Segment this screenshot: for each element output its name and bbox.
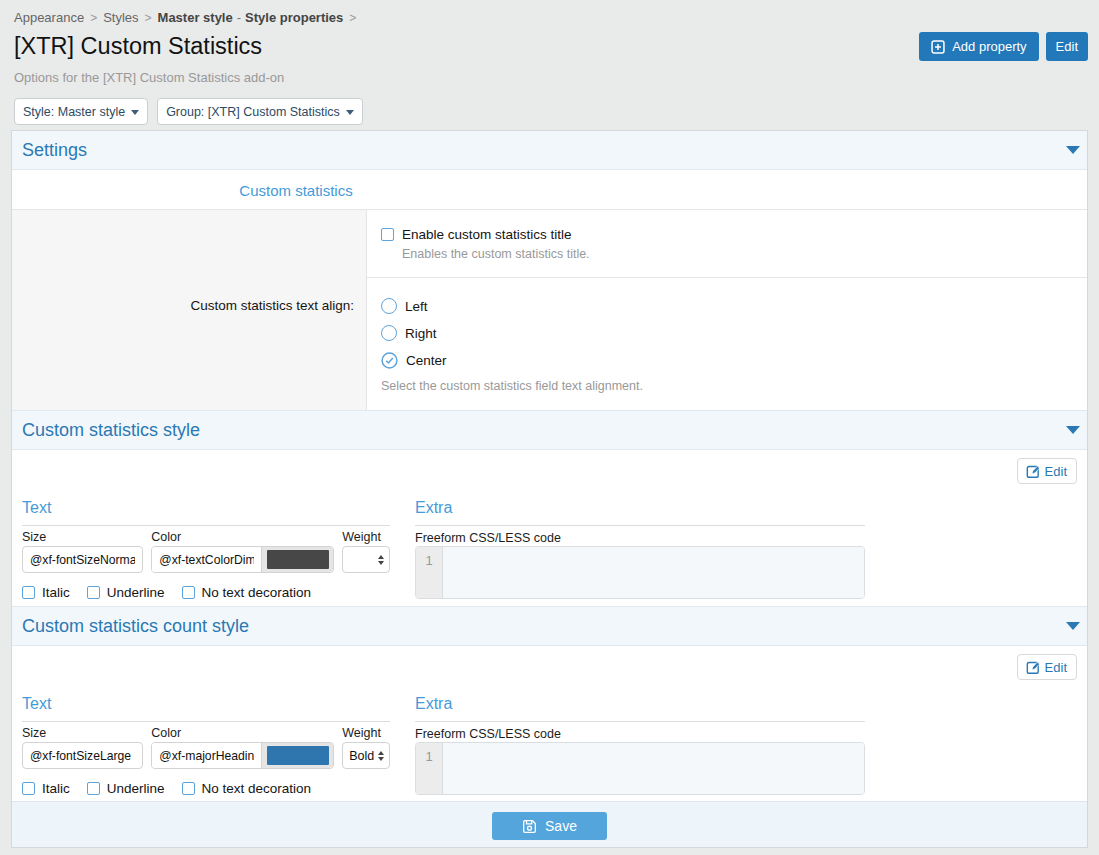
enable-title-hint: Enables the custom statistics title. bbox=[402, 247, 1067, 261]
breadcrumb-separator: > bbox=[349, 11, 356, 25]
save-button[interactable]: Save bbox=[492, 812, 607, 840]
enable-custom-statistics-title-checkbox[interactable]: Enable custom statistics title bbox=[381, 227, 1067, 242]
checkbox-icon[interactable] bbox=[87, 586, 100, 599]
italic-checkbox[interactable]: Italic bbox=[22, 781, 70, 796]
edit-button[interactable]: Edit bbox=[1046, 32, 1088, 61]
form-row-text-align: Custom statistics text align: Left Right… bbox=[12, 277, 1087, 410]
form-row-enable-title: Enable custom statistics title Enables t… bbox=[12, 210, 1087, 277]
chevron-down-icon bbox=[1066, 622, 1080, 630]
pencil-square-icon bbox=[1026, 660, 1041, 675]
row-label-cell bbox=[12, 210, 367, 277]
row-label-cell: Custom statistics text align: bbox=[12, 277, 367, 410]
color-swatch-button[interactable] bbox=[261, 547, 333, 572]
color-label: Color bbox=[151, 726, 334, 740]
no-text-decoration-checkbox[interactable]: No text decoration bbox=[182, 781, 312, 796]
size-label: Size bbox=[22, 726, 143, 740]
form-footer: Save bbox=[12, 801, 1087, 847]
text-align-hint: Select the custom statistics field text … bbox=[381, 379, 1067, 393]
custom-statistics-style-body: Edit Text Size Color bbox=[12, 450, 1087, 606]
weight-select[interactable] bbox=[342, 546, 390, 573]
floppy-disk-icon bbox=[522, 819, 537, 834]
text-group-heading: Text bbox=[22, 696, 390, 722]
caret-down-icon bbox=[131, 110, 139, 115]
chevron-down-icon bbox=[1066, 146, 1080, 154]
checkbox-icon[interactable] bbox=[22, 782, 35, 795]
size-input[interactable] bbox=[22, 742, 143, 769]
edit-style-button[interactable]: Edit bbox=[1017, 458, 1077, 484]
pencil-square-icon bbox=[1026, 464, 1041, 479]
chevron-down-icon bbox=[1066, 426, 1080, 434]
breadcrumb-appearance[interactable]: Appearance bbox=[14, 10, 84, 25]
style-properties-block: Settings Custom statistics Enable custom… bbox=[11, 130, 1088, 848]
color-swatch bbox=[267, 746, 329, 765]
checkbox-icon[interactable] bbox=[182, 782, 195, 795]
radio-icon[interactable] bbox=[381, 298, 397, 314]
up-down-arrows-icon bbox=[378, 555, 384, 565]
section-header-custom-statistics-style[interactable]: Custom statistics style bbox=[12, 410, 1087, 450]
page-title: [XTR] Custom Statistics bbox=[14, 32, 262, 60]
weight-select[interactable]: Bold bbox=[342, 742, 390, 769]
breadcrumb-style-properties[interactable]: Style properties bbox=[245, 10, 343, 25]
color-input[interactable] bbox=[152, 743, 261, 768]
breadcrumb-master-style[interactable]: Master style bbox=[158, 10, 233, 25]
breadcrumb-styles[interactable]: Styles bbox=[103, 10, 138, 25]
editor-content[interactable] bbox=[443, 547, 864, 598]
color-label: Color bbox=[151, 530, 334, 544]
text-align-center-radio[interactable]: Center bbox=[381, 352, 1067, 368]
page-header: Appearance > Styles > Master style-Style pro… bbox=[0, 0, 1099, 125]
italic-checkbox[interactable]: Italic bbox=[22, 585, 70, 600]
breadcrumb: Appearance > Styles > Master style-Style pro… bbox=[14, 10, 1088, 25]
custom-statistics-count-style-body: Edit Text Size Color bbox=[12, 646, 1087, 801]
editor-line-number: 1 bbox=[416, 547, 443, 598]
breadcrumb-separator: > bbox=[145, 11, 152, 25]
section-header-custom-statistics-count-style[interactable]: Custom statistics count style bbox=[12, 606, 1087, 646]
radio-checked-icon[interactable] bbox=[381, 352, 398, 369]
checkbox-icon[interactable] bbox=[182, 586, 195, 599]
text-group-heading: Text bbox=[22, 500, 390, 526]
css-code-editor[interactable]: 1 bbox=[415, 546, 865, 599]
breadcrumb-separator: > bbox=[90, 11, 97, 25]
radio-icon[interactable] bbox=[381, 325, 397, 341]
css-code-editor[interactable]: 1 bbox=[415, 742, 865, 795]
page-subtitle: Options for the [XTR] Custom Statistics … bbox=[14, 70, 1088, 85]
no-text-decoration-checkbox[interactable]: No text decoration bbox=[182, 585, 312, 600]
underline-checkbox[interactable]: Underline bbox=[87, 585, 165, 600]
section-header-settings[interactable]: Settings bbox=[12, 131, 1087, 170]
edit-count-style-button[interactable]: Edit bbox=[1017, 654, 1077, 680]
plus-square-icon bbox=[931, 40, 945, 54]
caret-down-icon bbox=[346, 110, 354, 115]
text-align-left-radio[interactable]: Left bbox=[381, 298, 1067, 314]
size-input[interactable] bbox=[22, 546, 143, 573]
group-selector[interactable]: Group: [XTR] Custom Statistics bbox=[157, 98, 363, 125]
style-selector[interactable]: Style: Master style bbox=[14, 98, 148, 125]
underline-checkbox[interactable]: Underline bbox=[87, 781, 165, 796]
checkbox-icon[interactable] bbox=[87, 782, 100, 795]
up-down-arrows-icon bbox=[378, 751, 384, 761]
freeform-css-label: Freeform CSS/LESS code bbox=[415, 531, 865, 545]
extra-group-heading: Extra bbox=[415, 696, 865, 722]
weight-label: Weight bbox=[342, 530, 390, 544]
freeform-css-label: Freeform CSS/LESS code bbox=[415, 727, 865, 741]
checkbox-icon[interactable] bbox=[22, 586, 35, 599]
breadcrumb-dash: - bbox=[237, 10, 241, 25]
size-label: Size bbox=[22, 530, 143, 544]
editor-content[interactable] bbox=[443, 743, 864, 794]
extra-group-heading: Extra bbox=[415, 500, 865, 526]
weight-label: Weight bbox=[342, 726, 390, 740]
add-property-button[interactable]: Add property bbox=[919, 32, 1038, 61]
color-input[interactable] bbox=[152, 547, 261, 572]
subheader-custom-statistics: Custom statistics bbox=[12, 170, 1087, 210]
text-align-right-radio[interactable]: Right bbox=[381, 325, 1067, 341]
editor-line-number: 1 bbox=[416, 743, 443, 794]
color-swatch-button[interactable] bbox=[261, 743, 333, 768]
checkbox-icon[interactable] bbox=[381, 228, 394, 241]
color-swatch bbox=[267, 550, 329, 569]
